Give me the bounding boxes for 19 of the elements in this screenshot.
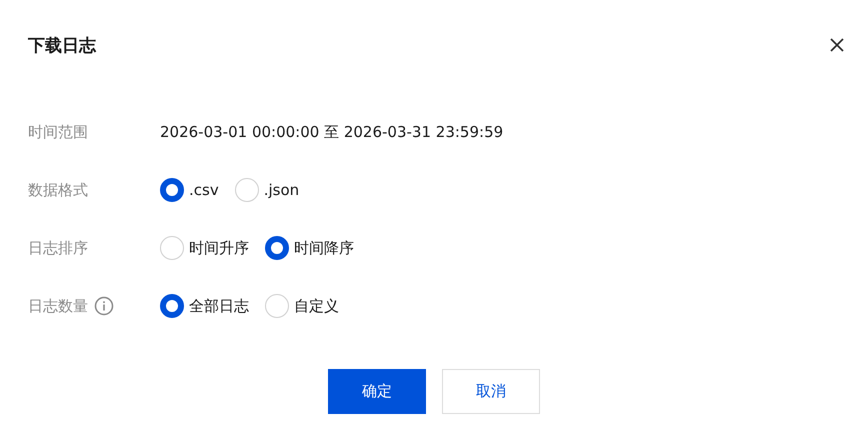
radio-option[interactable]: .csv [160,178,219,202]
field-label: 时间范围 [28,122,88,142]
radio-icon[interactable] [265,236,289,260]
radio-option[interactable]: .json [234,178,300,202]
radio-option[interactable]: 时间降序 [265,236,354,260]
info-icon[interactable] [94,296,114,316]
field-value: 2026-03-01 00:00:00 至 2026-03-31 23:59:59 [160,122,504,142]
field-label: 日志数量 [28,296,88,316]
radio-icon[interactable] [160,178,184,202]
dialog-title: 下载日志 [28,34,96,56]
field-label: 日志排序 [28,238,88,258]
radio-option[interactable]: 全部日志 [160,294,249,318]
radio-icon[interactable] [160,294,184,318]
cancel-button[interactable]: 取消 [442,369,540,414]
radio-option[interactable]: 自定义 [265,294,339,318]
radio-option[interactable]: 时间升序 [160,236,249,260]
confirm-button[interactable]: 确定 [328,369,426,414]
field-label: 数据格式 [28,180,88,200]
close-button[interactable] [828,36,846,54]
